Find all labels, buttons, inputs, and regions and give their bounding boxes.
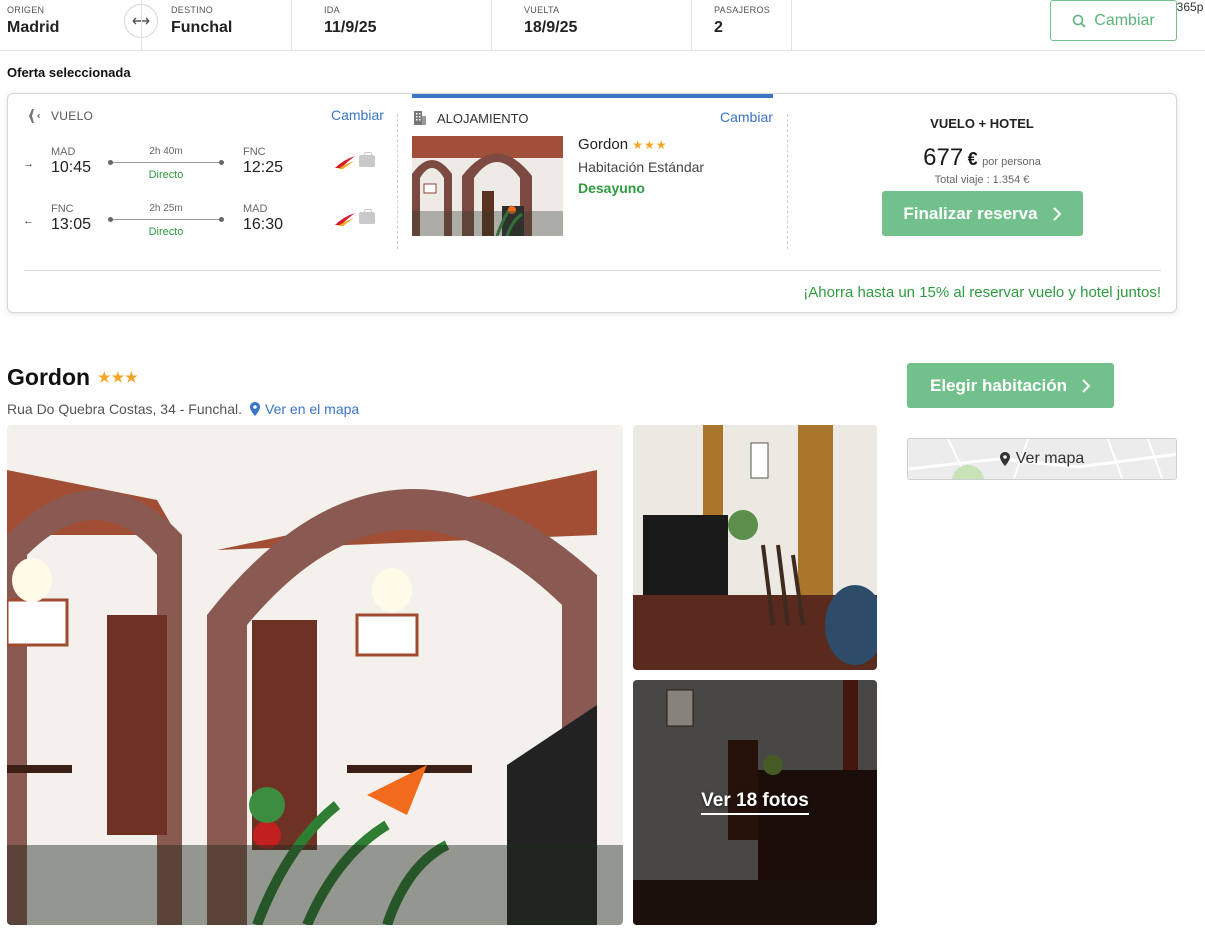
return-date-label: VUELTA [524,5,560,15]
hotel-address: Rua Do Quebra Costas, 34 - Funchal. Ver … [7,401,359,417]
origin-field[interactable]: ORIGEN Madrid [7,0,59,50]
outbound-destination-code: FNC [243,146,266,158]
search-icon [1072,14,1086,28]
route-line [108,217,224,222]
arrow-right-icon: → [23,158,34,170]
selected-tab-bar [412,94,773,98]
passengers-value: 2 [714,19,723,36]
choose-room-button[interactable]: Elegir habitación [907,363,1114,408]
return-destination-code: MAD [243,203,268,215]
finish-booking-label: Finalizar reserva [903,203,1038,223]
address-text: Rua Do Quebra Costas, 34 - Funchal. [7,401,243,417]
destination-label: DESTINO [171,5,214,15]
change-search-button[interactable]: Cambiar [1050,0,1177,41]
arrow-left-icon: ← [23,215,34,227]
hotel-photo-lounge[interactable] [633,425,877,670]
star-rating-icon: ★★★ [98,369,139,385]
divider [24,270,1161,271]
mini-map[interactable]: Ver mapa [907,438,1177,480]
change-search-label: Cambiar [1094,11,1155,29]
finish-booking-button[interactable]: Finalizar reserva [882,191,1083,236]
view-on-map-link[interactable]: Ver en el mapa [250,401,359,417]
return-duration: 2h 25m [149,203,183,214]
view-photos-overlay[interactable]: Ver 18 fotos [633,680,877,925]
map-pin-icon [250,402,261,416]
departure-date-field[interactable]: IDA 11/9/25 [324,0,377,50]
return-departure-time: 13:05 [51,216,92,233]
passengers-label: PASAJEROS [714,5,771,15]
plane-icon [24,109,40,123]
destination-value: Funchal [171,19,233,36]
outbound-departure-time: 10:45 [51,159,92,176]
airline-logo-icon [335,156,355,169]
divider [787,114,788,249]
hotel-photo-reception[interactable]: Ver 18 fotos [633,680,877,925]
chevron-right-icon [1082,378,1091,393]
promo-message: ¡Ahorra hasta un 15% al reservar vuelo y… [803,284,1161,301]
room-type: Habitación Estándar [578,159,705,175]
baggage-icon [359,209,375,224]
hotel-thumbnail[interactable] [412,136,563,236]
price-currency: € [967,149,978,169]
departure-date-label: IDA [324,5,340,15]
choose-room-label: Elegir habitación [930,375,1067,395]
building-icon [414,111,426,125]
flight-header-label: VUELO [51,109,94,123]
return-stops: Directo [148,226,184,238]
hotel-photo-main[interactable] [7,425,623,925]
divider [397,114,398,249]
origin-value: Madrid [7,19,60,36]
star-rating-icon: ★★★ [632,138,668,152]
view-map-label: Ver mapa [1015,450,1085,467]
accommodation-header-label: ALOJAMIENTO [437,110,529,126]
origin-label: ORIGEN [7,5,45,15]
offer-section-title: Oferta seleccionada [7,65,131,80]
baggage-icon [359,152,375,167]
destination-field[interactable]: DESTINO Funchal [171,0,232,50]
flight-leg-return[interactable]: ← FNC 13:05 2h 25m Directo MAD 16:30 [23,203,383,248]
airline-logo-icon [335,213,355,226]
change-hotel-link[interactable]: Cambiar [720,109,773,125]
return-date-field[interactable]: VUELTA 18/9/25 [524,0,577,50]
accommodation-header: ALOJAMIENTO [413,110,529,126]
change-flight-link[interactable]: Cambiar [331,107,384,123]
flight-leg-outbound[interactable]: → MAD 10:45 2h 40m Directo FNC 12:25 [23,146,383,191]
return-date-value: 18/9/25 [524,19,578,36]
view-on-map-label: Ver en el mapa [265,401,360,417]
outbound-origin-code: MAD [51,146,76,158]
map-pin-icon [999,452,1010,466]
return-origin-code: FNC [51,203,74,215]
package-price: 677 € por persona [882,144,1082,172]
departure-date-value: 11/9/25 [324,19,377,36]
return-arrival-time: 16:30 [243,216,284,233]
offer-hotel-name: Gordon ★★★ [578,136,668,153]
total-price: Total viaje : 1.354 € [934,174,1030,186]
chevron-right-icon [1052,206,1062,221]
outbound-duration: 2h 40m [149,146,183,157]
passengers-field[interactable]: PASAJEROS 2 [714,0,770,50]
route-line [108,160,224,165]
outbound-stops: Directo [148,169,184,181]
search-bar: ORIGEN Madrid DESTINO Funchal IDA 11/9/2… [0,0,1205,51]
price-amount: 677 [923,144,964,171]
hotel-title: Gordon ★★★ [7,364,139,391]
outbound-arrival-time: 12:25 [243,159,284,176]
price-per-person: por persona [982,156,1041,168]
offer-card: VUELO Cambiar → MAD 10:45 2h 40m Directo… [7,93,1177,313]
view-photos-label: Ver 18 fotos [701,790,809,815]
hotel-title-text: Gordon [7,364,91,390]
board-type: Desayuno [578,180,645,196]
flight-header: VUELO [23,108,93,124]
package-title: VUELO + HOTEL [930,116,1034,131]
hotel-name-text: Gordon [578,136,629,153]
